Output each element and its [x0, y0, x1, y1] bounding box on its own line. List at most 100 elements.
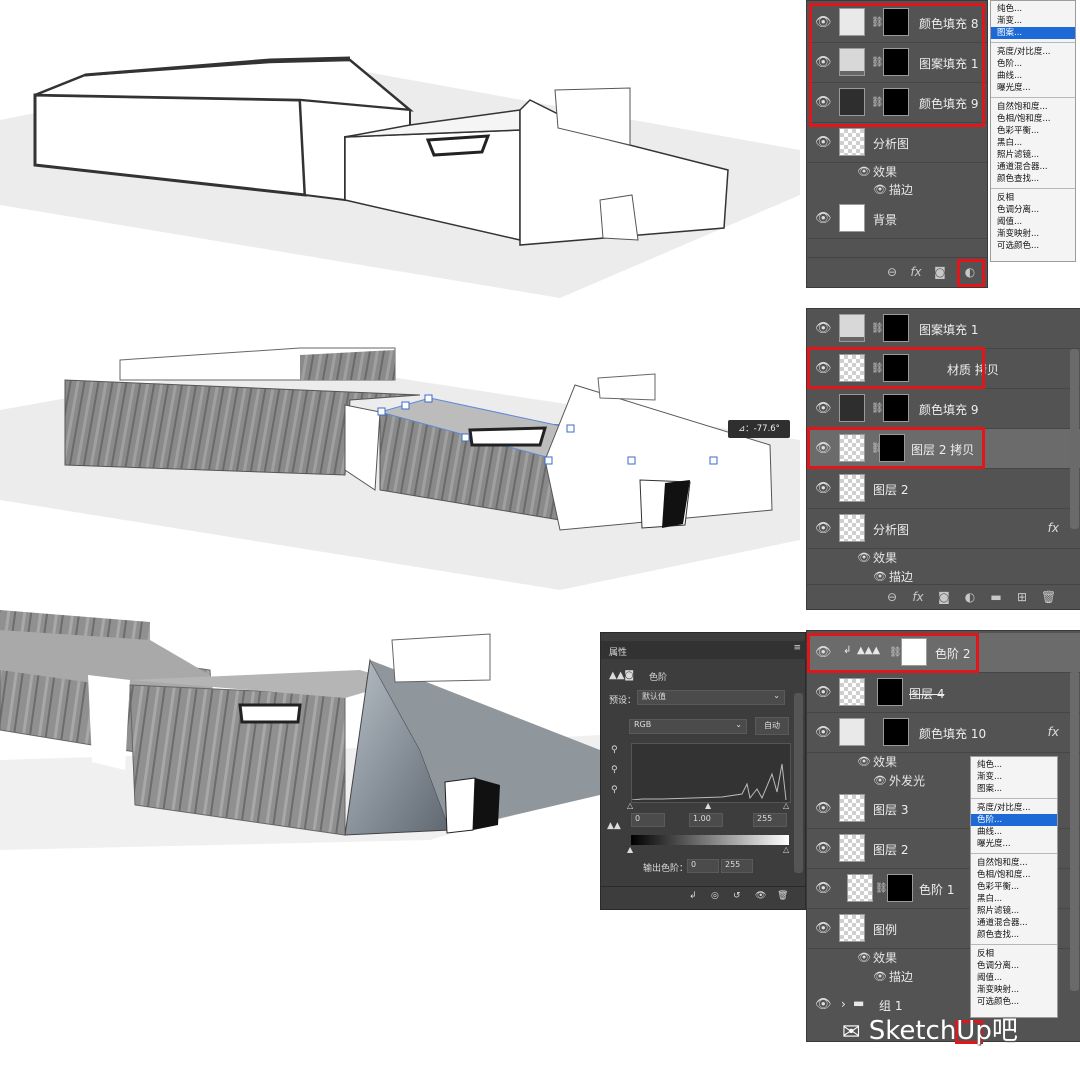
menu-item[interactable]: 曝光度...: [991, 82, 1075, 94]
layer-row[interactable]: 👁 分析图: [807, 123, 987, 163]
menu-item[interactable]: 自然饱和度...: [971, 857, 1057, 869]
eye-icon[interactable]: 👁: [857, 951, 871, 964]
channel-select[interactable]: RGB ⌄: [629, 719, 747, 734]
menu-item[interactable]: 亮度/对比度...: [971, 802, 1057, 814]
reset-icon[interactable]: ↺: [733, 891, 741, 901]
eye-icon[interactable]: 👁: [815, 136, 832, 150]
trash-icon[interactable]: 🗑: [777, 891, 788, 901]
fx-icon[interactable]: fx: [1048, 521, 1059, 535]
layer-row[interactable]: 👁 颜色填充 10 fx: [807, 713, 1080, 753]
menu-item[interactable]: 曲线...: [991, 70, 1075, 82]
fx-icon[interactable]: fx: [1048, 725, 1059, 739]
menu-icon[interactable]: ≡: [793, 643, 801, 653]
eye-icon[interactable]: 👁: [815, 402, 832, 416]
menu-item[interactable]: 色调分离...: [971, 960, 1057, 972]
eye-icon[interactable]: 👁: [815, 482, 832, 496]
output-white-field[interactable]: 255: [721, 859, 753, 873]
link-layers-icon[interactable]: ⊖: [885, 590, 899, 604]
fx-icon[interactable]: fx: [911, 590, 925, 604]
chevron-right-icon[interactable]: ›: [841, 997, 846, 1011]
eye-icon[interactable]: 👁: [815, 802, 832, 816]
eye-icon[interactable]: 👁: [857, 551, 871, 564]
menu-item[interactable]: 阈值...: [991, 216, 1075, 228]
menu-item[interactable]: 渐变映射...: [991, 228, 1075, 240]
mask-icon[interactable]: ◙: [933, 265, 947, 279]
menu-item[interactable]: 照片滤镜...: [991, 149, 1075, 161]
menu-item[interactable]: 色调分离...: [991, 204, 1075, 216]
clip-to-layer-icon[interactable]: ↲: [689, 891, 697, 901]
menu-item[interactable]: 渐变...: [991, 15, 1075, 27]
input-white-field[interactable]: 255: [753, 813, 787, 827]
eyedropper-gray-icon[interactable]: ⚲: [611, 765, 618, 775]
clipping-icon[interactable]: ▲▲: [607, 821, 621, 831]
mask-icon[interactable]: ◙: [937, 590, 951, 604]
menu-item[interactable]: 色阶...: [971, 814, 1057, 826]
eye-icon[interactable]: 👁: [873, 183, 887, 196]
adjustment-layer-icon[interactable]: ◐: [963, 590, 977, 604]
input-gamma-field[interactable]: 1.00: [689, 813, 723, 827]
eye-icon[interactable]: 👁: [815, 998, 832, 1012]
menu-item[interactable]: 颜色查找...: [971, 929, 1057, 941]
preset-select[interactable]: 默认值 ⌄: [637, 690, 785, 705]
eye-icon[interactable]: 👁: [815, 522, 832, 536]
menu-item[interactable]: 色相/饱和度...: [971, 869, 1057, 881]
layer-row[interactable]: 👁 分析图 fx: [807, 509, 1080, 549]
eye-icon[interactable]: 👁: [873, 774, 887, 787]
eye-icon[interactable]: 👁: [873, 970, 887, 983]
input-white-slider[interactable]: △: [783, 801, 789, 810]
menu-item[interactable]: 阈值...: [971, 972, 1057, 984]
scrollbar[interactable]: [1070, 349, 1079, 529]
visibility-icon[interactable]: 👁: [755, 891, 766, 901]
menu-item[interactable]: 黑白...: [991, 137, 1075, 149]
layer-row[interactable]: 👁 背景: [807, 199, 987, 239]
scrollbar[interactable]: [794, 693, 803, 873]
menu-item[interactable]: 色阶...: [991, 58, 1075, 70]
layer-row[interactable]: 👁 ⛓ 颜色填充 9: [807, 389, 1080, 429]
output-white-slider[interactable]: △: [783, 845, 789, 854]
eyedropper-black-icon[interactable]: ⚲: [611, 745, 618, 755]
input-black-slider[interactable]: △: [627, 801, 633, 810]
menu-item[interactable]: 自然饱和度...: [991, 101, 1075, 113]
input-black-field[interactable]: 0: [631, 813, 665, 827]
output-black-field[interactable]: 0: [687, 859, 719, 873]
eye-icon[interactable]: 👁: [857, 755, 871, 768]
menu-item[interactable]: 纯色...: [991, 3, 1075, 15]
layer-row[interactable]: 👁 图层 2: [807, 469, 1080, 509]
eye-icon[interactable]: 👁: [873, 570, 887, 583]
eye-icon[interactable]: 👁: [815, 726, 832, 740]
menu-item[interactable]: 反相: [971, 948, 1057, 960]
eye-icon[interactable]: 👁: [815, 842, 832, 856]
menu-item[interactable]: 通道混合器...: [971, 917, 1057, 929]
eyedropper-white-icon[interactable]: ⚲: [611, 785, 618, 795]
menu-item[interactable]: 图案...: [991, 27, 1075, 39]
menu-item[interactable]: 色彩平衡...: [971, 881, 1057, 893]
eye-icon[interactable]: 👁: [815, 686, 832, 700]
menu-item[interactable]: 色彩平衡...: [991, 125, 1075, 137]
eye-icon[interactable]: 👁: [815, 922, 832, 936]
menu-item[interactable]: 反相: [991, 192, 1075, 204]
new-layer-icon[interactable]: ⊞: [1015, 590, 1029, 604]
auto-button[interactable]: 自动: [755, 717, 789, 735]
folder-icon[interactable]: ▬: [989, 590, 1003, 604]
menu-item[interactable]: 可选颜色...: [971, 996, 1057, 1008]
menu-item[interactable]: 照片滤镜...: [971, 905, 1057, 917]
menu-item[interactable]: 纯色...: [971, 759, 1057, 771]
trash-icon[interactable]: 🗑: [1041, 590, 1056, 604]
menu-item[interactable]: 通道混合器...: [991, 161, 1075, 173]
menu-item[interactable]: 渐变映射...: [971, 984, 1057, 996]
menu-item[interactable]: 黑白...: [971, 893, 1057, 905]
menu-item[interactable]: 图案...: [971, 783, 1057, 795]
menu-item[interactable]: 曝光度...: [971, 838, 1057, 850]
link-layers-icon[interactable]: ⊖: [885, 265, 899, 279]
output-black-slider[interactable]: ▲: [627, 845, 633, 854]
eye-icon[interactable]: 👁: [815, 212, 832, 226]
menu-item[interactable]: 颜色查找...: [991, 173, 1075, 185]
menu-item[interactable]: 可选颜色...: [991, 240, 1075, 252]
menu-item[interactable]: 色相/饱和度...: [991, 113, 1075, 125]
eye-icon[interactable]: 👁: [815, 882, 832, 896]
input-gamma-slider[interactable]: ▲: [705, 801, 711, 810]
layer-row[interactable]: 👁 ⛓ 图案填充 1: [807, 309, 1080, 349]
eye-icon[interactable]: 👁: [815, 322, 832, 336]
eye-icon[interactable]: 👁: [857, 165, 871, 178]
layer-row[interactable]: 👁 图层 4: [807, 673, 1080, 713]
